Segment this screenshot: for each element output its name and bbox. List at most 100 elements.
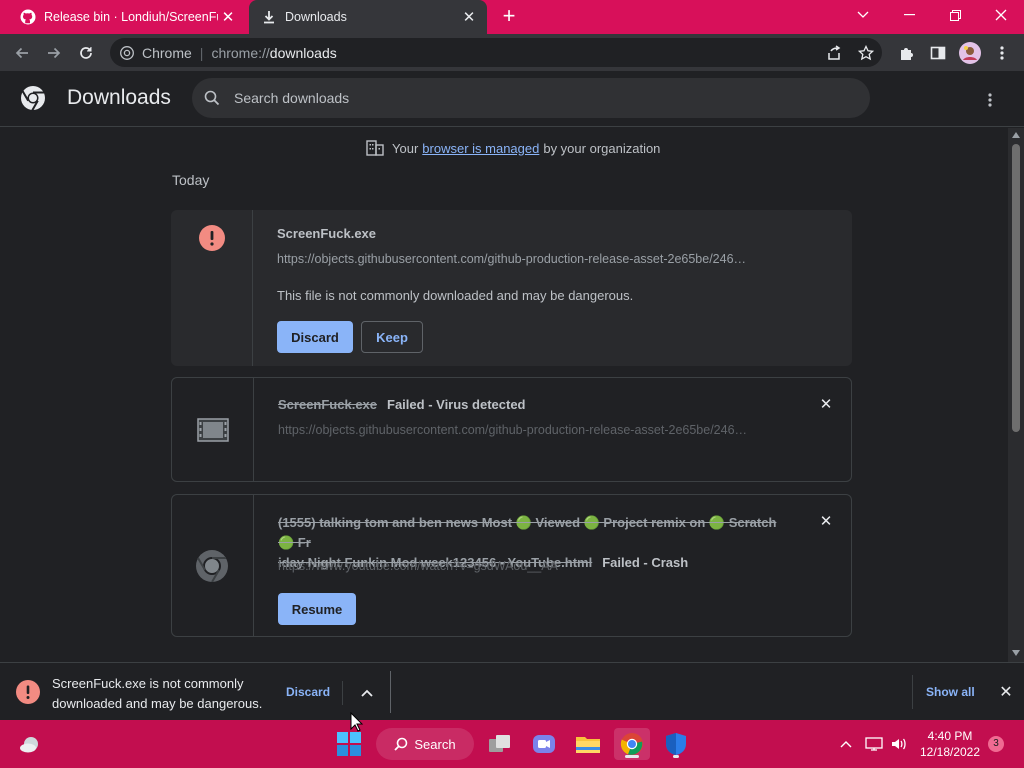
download-url[interactable]: https://objects.githubusercontent.com/gi… <box>277 252 777 266</box>
mouse-cursor-icon <box>350 712 364 732</box>
active-app-indicator <box>625 755 639 758</box>
scroll-down-arrow-icon[interactable] <box>1012 650 1020 656</box>
page-title: Downloads <box>67 86 171 109</box>
share-icon[interactable] <box>821 40 847 66</box>
profile-avatar[interactable] <box>957 40 983 66</box>
file-explorer-icon[interactable] <box>572 728 604 760</box>
search-icon <box>394 737 408 751</box>
downloads-list: Your browser is managed by your organiza… <box>0 128 1008 662</box>
search-downloads-box[interactable] <box>192 78 870 118</box>
tray-chevron-up-icon[interactable] <box>836 734 856 754</box>
download-url[interactable]: https://www.youtube.com/watch?v=gsdWAou_… <box>278 559 778 573</box>
building-icon <box>366 140 384 156</box>
windows-start-icon[interactable] <box>333 728 365 760</box>
managed-prefix: Your <box>392 140 419 156</box>
managed-notice: Your browser is managed by your organiza… <box>366 140 660 156</box>
show-all-button[interactable]: Show all <box>926 685 975 699</box>
url-scheme: chrome:// <box>211 44 270 61</box>
close-window-button[interactable] <box>978 0 1024 30</box>
date-section-label: Today <box>172 172 210 188</box>
back-arrow-icon[interactable] <box>9 40 35 66</box>
download-shelf: ScreenFuck.exe is not commonly downloade… <box>0 662 1024 720</box>
close-tab-icon[interactable]: ✕ <box>459 7 479 27</box>
search-downloads-input[interactable] <box>234 90 794 106</box>
danger-warning-icon <box>199 225 225 251</box>
download-filename[interactable]: ScreenFuck.exe <box>277 226 376 241</box>
taskbar-search-button[interactable]: Search <box>376 728 474 760</box>
tab-strip: Release bin · Londiuh/ScreenFuck ✕ Downl… <box>0 0 1024 34</box>
search-icon <box>204 90 220 106</box>
download-icon <box>261 9 277 25</box>
shelf-warning-text[interactable]: ScreenFuck.exe is not commonly downloade… <box>52 674 282 714</box>
chrome-file-icon <box>196 550 228 582</box>
clock-time: 4:40 PM <box>927 729 973 743</box>
resume-button[interactable]: Resume <box>278 593 356 625</box>
download-filename: ScreenFuck.exe <box>278 397 378 412</box>
restore-button[interactable] <box>932 0 978 30</box>
download-item-crash: (1555) talking tom and ben news Most 🟢 V… <box>171 494 852 637</box>
managed-suffix: by your organization <box>543 140 661 156</box>
chrome-taskbar-icon[interactable] <box>614 728 650 760</box>
url-separator: | <box>199 44 204 61</box>
scrollbar-thumb[interactable] <box>1012 144 1020 432</box>
danger-warning-icon <box>16 680 40 704</box>
volume-icon[interactable] <box>889 734 909 754</box>
running-app-indicator <box>673 755 679 758</box>
taskbar-clock[interactable]: 4:40 PM 12/18/2022 <box>918 728 982 760</box>
file-icon-column <box>172 495 254 636</box>
download-title-line: ScreenFuck.exe Failed - Virus detected <box>278 397 525 412</box>
browser-managed-link[interactable]: browser is managed <box>422 141 539 156</box>
downloads-header: Downloads <box>0 71 1024 127</box>
tab-search-icon[interactable] <box>840 0 886 30</box>
teams-chat-icon[interactable] <box>528 728 560 760</box>
github-icon <box>20 9 36 25</box>
url-host: downloads <box>269 44 337 61</box>
network-icon[interactable] <box>864 734 884 754</box>
file-icon-column <box>172 378 254 481</box>
forward-arrow-icon[interactable] <box>41 40 67 66</box>
vertical-scrollbar[interactable] <box>1008 128 1024 662</box>
address-bar[interactable]: Chrome | chrome://downloads <box>110 38 882 67</box>
chrome-logo-icon <box>19 84 47 112</box>
tab-title: Downloads <box>285 10 347 24</box>
remove-from-list-icon[interactable]: ✕ <box>816 394 836 414</box>
download-item-virus: ScreenFuck.exe Failed - Virus detected ht… <box>171 377 852 482</box>
divider <box>912 675 913 709</box>
browser-toolbar: Chrome | chrome://downloads <box>0 34 1024 71</box>
extensions-puzzle-icon[interactable] <box>893 40 919 66</box>
reload-icon[interactable] <box>73 40 99 66</box>
download-status: Failed - Virus detected <box>387 397 526 412</box>
chrome-menu-icon[interactable] <box>989 40 1015 66</box>
danger-message: This file is not commonly downloaded and… <box>277 288 634 303</box>
shelf-discard-button[interactable]: Discard <box>286 685 330 699</box>
site-label: Chrome <box>142 44 192 61</box>
chrome-icon <box>120 45 134 60</box>
minimize-button[interactable] <box>886 0 932 30</box>
bookmark-star-icon[interactable] <box>853 40 879 66</box>
keep-button[interactable]: Keep <box>361 321 423 353</box>
remove-from-list-icon[interactable]: ✕ <box>816 511 836 531</box>
tab-title: Release bin · Londiuh/ScreenFuck <box>44 10 218 24</box>
discard-button[interactable]: Discard <box>277 321 353 353</box>
taskbar-search-label: Search <box>414 736 456 752</box>
security-shield-icon[interactable] <box>660 728 692 760</box>
new-tab-button[interactable]: + <box>497 5 521 29</box>
file-icon-column <box>171 210 253 366</box>
download-filename: (1555) talking tom and ben news Most 🟢 V… <box>278 515 777 550</box>
divider <box>390 671 391 713</box>
tab-downloads[interactable]: Downloads ✕ <box>249 0 487 34</box>
chevron-up-icon[interactable] <box>356 682 378 704</box>
close-tab-icon[interactable]: ✕ <box>218 7 238 27</box>
download-url[interactable]: https://objects.githubusercontent.com/gi… <box>278 423 778 437</box>
download-item-dangerous: ScreenFuck.exe https://objects.githubuse… <box>171 210 852 366</box>
task-view-icon[interactable] <box>484 728 516 760</box>
downloads-menu-icon[interactable] <box>978 88 1002 112</box>
side-panel-icon[interactable] <box>925 40 951 66</box>
clock-date: 12/18/2022 <box>919 745 981 759</box>
notification-badge[interactable]: 3 <box>988 736 1004 752</box>
close-shelf-icon[interactable]: ✕ <box>996 682 1016 702</box>
weather-icon[interactable] <box>14 728 46 760</box>
executable-file-icon <box>197 418 229 442</box>
tab-release-bin[interactable]: Release bin · Londiuh/ScreenFuck ✕ <box>8 0 246 34</box>
scroll-up-arrow-icon[interactable] <box>1012 132 1020 138</box>
